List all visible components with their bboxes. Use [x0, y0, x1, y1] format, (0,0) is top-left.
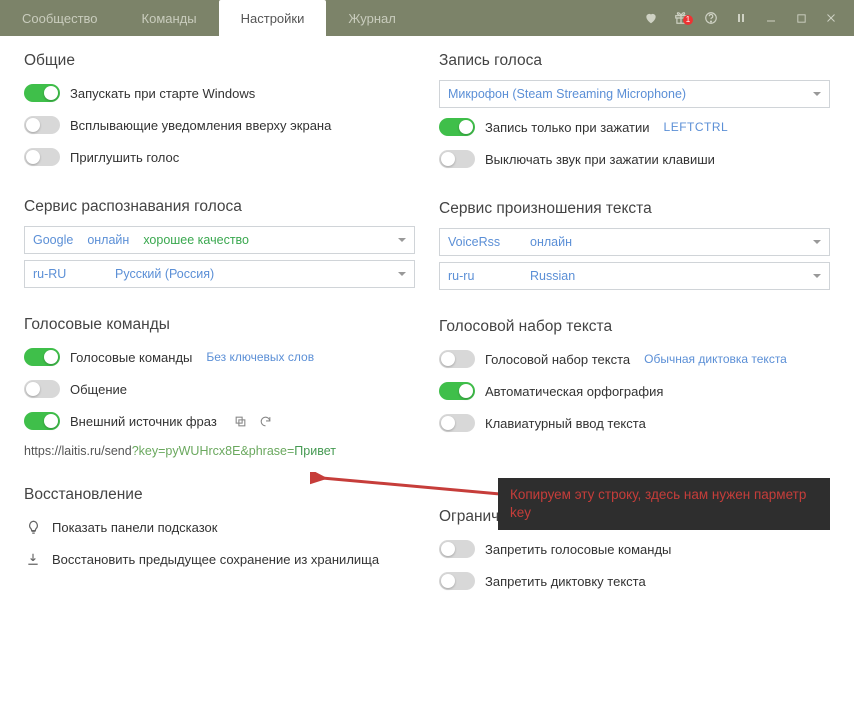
url-amp: &phrase=	[240, 444, 294, 458]
asr-mode: онлайн	[87, 233, 129, 247]
mic-dropdown[interactable]: Микрофон (Steam Streaming Microphone)	[439, 80, 830, 108]
gift-icon[interactable]: 1	[666, 11, 696, 25]
toggle-deny-commands[interactable]	[439, 540, 475, 558]
label-mute: Приглушить голос	[70, 150, 179, 165]
tab-community[interactable]: Сообщество	[0, 0, 120, 36]
close-icon[interactable]	[816, 12, 846, 24]
hint-voice-commands: Без ключевых слов	[206, 350, 314, 364]
section-restore-title: Восстановление	[24, 486, 415, 504]
left-column: Общие Запускать при старте Windows Всплы…	[24, 52, 415, 600]
tab-settings[interactable]: Настройки	[219, 0, 327, 36]
download-icon	[24, 552, 42, 566]
titlebar: Сообщество Команды Настройки Журнал 1	[0, 0, 854, 36]
section-dict-title: Голосовой набор текста	[439, 318, 830, 336]
toggle-popups[interactable]	[24, 116, 60, 134]
toggle-keyboard-input[interactable]	[439, 414, 475, 432]
url-q: ?key=	[132, 444, 166, 458]
action-restore-save[interactable]: Восстановить предыдущее сохранение из хр…	[24, 546, 415, 572]
heart-icon[interactable]	[636, 11, 666, 25]
copy-icon[interactable]	[233, 414, 248, 429]
url-phrase: Привет	[294, 444, 336, 458]
help-icon[interactable]	[696, 11, 726, 25]
minimize-icon[interactable]	[756, 12, 786, 24]
asr-engine-dropdown[interactable]: Google онлайн хорошее качество	[24, 226, 415, 254]
toggle-mute[interactable]	[24, 148, 60, 166]
mic-value: Микрофон (Steam Streaming Microphone)	[448, 87, 686, 101]
action-show-hints[interactable]: Показать панели подсказок	[24, 514, 415, 540]
tts-lang-name: Russian	[530, 269, 575, 283]
asr-quality: хорошее качество	[143, 233, 249, 247]
tts-lang-code: ru-ru	[448, 269, 516, 283]
tab-journal[interactable]: Журнал	[326, 0, 417, 36]
toggle-external-phrases[interactable]	[24, 412, 60, 430]
toggle-ptt[interactable]	[439, 118, 475, 136]
refresh-icon[interactable]	[258, 414, 273, 429]
section-asr-title: Сервис распознавания голоса	[24, 198, 415, 216]
label-spellcheck: Автоматическая орфография	[485, 384, 663, 399]
tts-mode: онлайн	[530, 235, 572, 249]
section-rec-title: Запись голоса	[439, 52, 830, 70]
section-tts-title: Сервис произношения текста	[439, 200, 830, 218]
section-general-title: Общие	[24, 52, 415, 70]
ptt-key[interactable]: LEFTCTRL	[664, 120, 729, 134]
lightbulb-icon	[24, 520, 42, 535]
maximize-icon[interactable]	[786, 13, 816, 24]
asr-lang-name: Русский (Россия)	[115, 267, 214, 281]
label-show-hints: Показать панели подсказок	[52, 520, 217, 535]
asr-lang-code: ru-RU	[33, 267, 101, 281]
asr-lang-dropdown[interactable]: ru-RU Русский (Россия)	[24, 260, 415, 288]
url-base: https://laitis.ru/send	[24, 444, 132, 458]
label-keyboard-input: Клавиатурный ввод текста	[485, 416, 646, 431]
label-voice-typing: Голосовой набор текста	[485, 352, 630, 367]
label-external-phrases: Внешний источник фраз	[70, 414, 217, 429]
label-chat: Общение	[70, 382, 127, 397]
tabs: Сообщество Команды Настройки Журнал	[0, 0, 418, 36]
label-ptt: Запись только при зажатии	[485, 120, 650, 135]
tts-engine: VoiceRss	[448, 235, 516, 249]
gift-badge: 1	[683, 15, 693, 25]
label-deny-commands: Запретить голосовые команды	[485, 542, 671, 557]
toggle-voice-typing[interactable]	[439, 350, 475, 368]
toggle-mute-on-key[interactable]	[439, 150, 475, 168]
tts-engine-dropdown[interactable]: VoiceRss онлайн	[439, 228, 830, 256]
external-url[interactable]: https://laitis.ru/send?key=pyWUHrcx8E&ph…	[24, 444, 415, 458]
tab-teams[interactable]: Команды	[120, 0, 219, 36]
label-voice-commands: Голосовые команды	[70, 350, 192, 365]
label-deny-dictation: Запретить диктовку текста	[485, 574, 646, 589]
toggle-deny-dictation[interactable]	[439, 572, 475, 590]
label-startup: Запускать при старте Windows	[70, 86, 255, 101]
title-icons: 1	[636, 0, 854, 36]
label-restore-save: Восстановить предыдущее сохранение из хр…	[52, 552, 379, 567]
label-mute-on-key: Выключать звук при зажатии клавиши	[485, 152, 715, 167]
pause-icon[interactable]	[726, 12, 756, 24]
annotation-callout: Копируем эту строку, здесь нам нужен пар…	[498, 478, 830, 530]
toggle-voice-commands[interactable]	[24, 348, 60, 366]
section-cmds-title: Голосовые команды	[24, 316, 415, 334]
hint-voice-typing: Обычная диктовка текста	[644, 352, 787, 366]
label-popups: Всплывающие уведомления вверху экрана	[70, 118, 331, 133]
toggle-spellcheck[interactable]	[439, 382, 475, 400]
toggle-chat[interactable]	[24, 380, 60, 398]
toggle-startup[interactable]	[24, 84, 60, 102]
tts-lang-dropdown[interactable]: ru-ru Russian	[439, 262, 830, 290]
asr-engine: Google	[33, 233, 73, 247]
url-key: pyWUHrcx8E	[165, 444, 240, 458]
